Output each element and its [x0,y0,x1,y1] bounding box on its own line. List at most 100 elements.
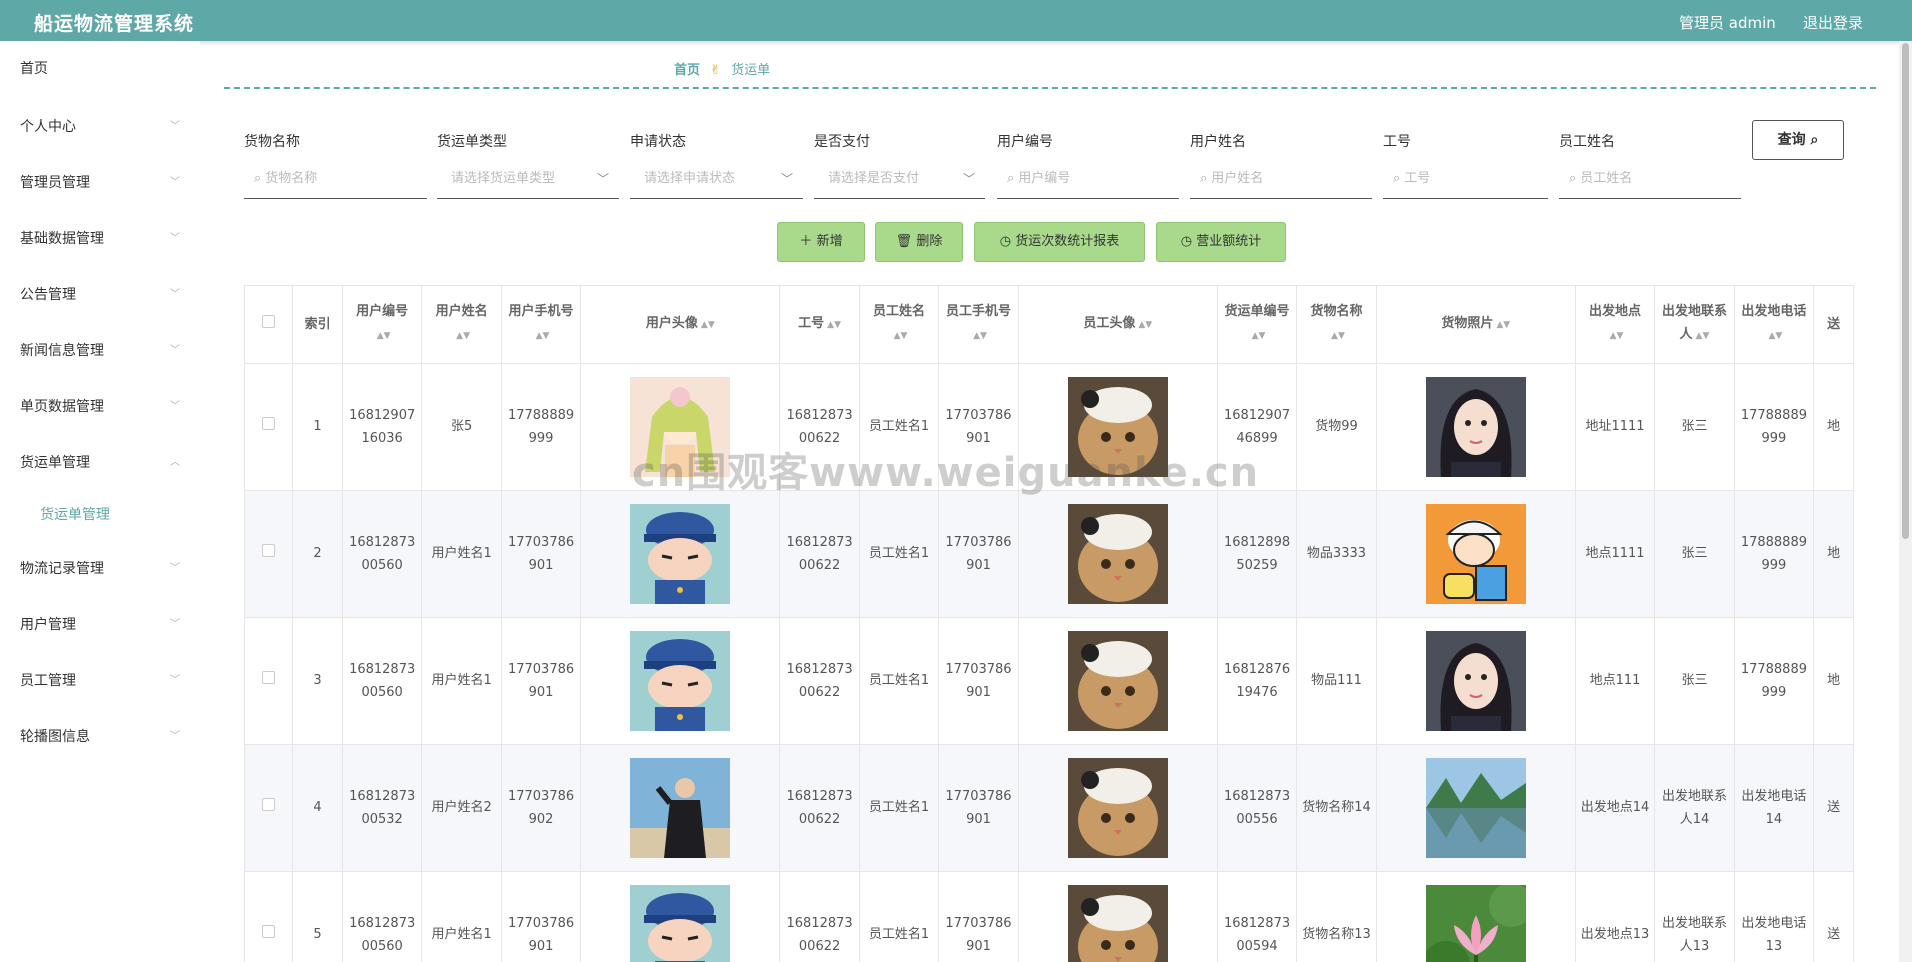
add-label: 新增 [816,234,843,249]
query-button[interactable]: 查询 ⌕ [1752,120,1844,160]
sort-icon: ▲▼ [1695,331,1710,342]
cell-goods: 货物名称14 [1296,744,1377,872]
filter-label-order-type: 货运单类型 [437,134,507,150]
row-checkbox[interactable] [245,871,294,962]
row-checkbox[interactable] [245,617,294,745]
cell-to: 送 [1813,871,1854,962]
cell-from: 地点1111 [1575,490,1656,618]
row-checkbox[interactable] [245,490,294,618]
cell-to: 送 [1813,744,1854,872]
sidebar-item-admin[interactable]: 管理员管理 ﹀ [20,171,180,195]
watermark: cn围观客www.weiguanke.cn [632,450,1260,496]
col-header[interactable]: 货运单编号▲▼ [1217,286,1298,364]
apply-status-select[interactable]: 请选择申请状态 ﹀ [630,165,803,199]
col-header[interactable]: 出发地点 ▲▼ [1575,286,1656,364]
staff-avatar-image [1018,871,1218,962]
hand-icon: ✌ [710,63,722,78]
sidebar-item-single-page[interactable]: 单页数据管理 ﹀ [20,395,180,419]
cell-goods: 物品3333 [1296,490,1377,618]
cell-order-no: 1681287619476 [1217,617,1298,745]
revenue-stats-button[interactable]: ◷ 营业额统计 [1156,222,1286,262]
sidebar-item-freight-order[interactable]: 货运单管理 ︿ [20,451,180,475]
cell-user-no: 1681287300560 [342,490,423,618]
logout-button[interactable]: 退出登录 [1803,12,1863,33]
cell-to: 地 [1813,490,1854,618]
search-icon: ⌕ [1200,171,1208,186]
order-type-select[interactable]: 请选择货运单类型 ﹀ [437,165,619,199]
chevron-down-icon: ﹀ [170,675,180,686]
sidebar-item-basic-data[interactable]: 基础数据管理 ﹀ [20,227,180,251]
col-header[interactable]: 工号 ▲▼ [779,286,860,364]
sidebar-item-notice[interactable]: 公告管理 ﹀ [20,283,180,307]
sidebar-subitem-freight-order[interactable]: 货运单管理 [40,503,110,527]
sidebar-item-personal-center[interactable]: 个人中心 ﹀ [20,115,180,139]
placeholder: 工号 [1404,171,1431,186]
col-header[interactable]: 员工手机号▲▼ [938,286,1019,364]
staff-no-input[interactable]: ⌕ 工号 [1383,165,1548,199]
col-header[interactable]: 用户头像 ▲▼ [580,286,781,364]
col-header[interactable]: 用户编号 ▲▼ [342,286,423,364]
placeholder: 请选择是否支付 [828,171,920,186]
sidebar-item-home[interactable]: 首页 [20,57,180,81]
staff-avatar-image [1018,744,1218,872]
cell-user-phone: 17703786902 [501,744,582,872]
col-header[interactable]: 货物照片 ▲▼ [1376,286,1576,364]
col-header[interactable]: 货物名称 ▲▼ [1296,286,1377,364]
table-row: 5 1681287300560 用户姓名1 17703786901 1681287300… [245,871,1854,962]
cell-user-name: 用户姓名1 [421,490,502,618]
filter-label-apply-status: 申请状态 [630,134,686,150]
user-avatar-image [580,871,781,962]
cell-from: 出发地点14 [1575,744,1656,872]
row-checkbox[interactable] [245,744,294,872]
sidebar-item-news[interactable]: 新闻信息管理 ﹀ [20,339,180,363]
col-header[interactable]: 用户姓名 ▲▼ [421,286,502,364]
chevron-down-icon: ﹀ [170,345,180,356]
vertical-scrollbar[interactable] [1899,41,1912,962]
plus-icon: ＋ [799,234,813,249]
placeholder: 员工姓名 [1580,171,1633,186]
sidebar-item-carousel[interactable]: 轮播图信息 ﹀ [20,725,180,749]
user-no-input[interactable]: ⌕ 用户编号 [997,165,1179,199]
pie-icon: ◷ [999,234,1012,249]
user-name-input[interactable]: ⌕ 用户姓名 [1190,165,1372,199]
col-header[interactable]: 员工姓名 ▲▼ [859,286,940,364]
delete-button[interactable]: 🗑 删除 [875,222,963,262]
sidebar-item-label: 用户管理 [20,617,76,633]
cell-contact: 张三 [1654,490,1735,618]
table-row: 2 1681287300560 用户姓名1 17703786901 1681287300… [245,490,1854,618]
goods-name-input[interactable]: ⌕ 货物名称 [244,165,427,199]
sidebar-item-staff[interactable]: 员工管理 ﹀ [20,669,180,693]
sort-icon: ▲▼ [1251,331,1266,342]
goods-photo-image [1376,871,1576,962]
filter-label-user-name: 用户姓名 [1190,134,1246,150]
cell-order-no: 1681287300594 [1217,871,1298,962]
col-header[interactable]: 出发地电话▲▼ [1734,286,1815,364]
paid-select[interactable]: 请选择是否支付 ﹀ [814,165,985,199]
sort-icon: ▲▼ [376,331,391,342]
goods-photo-image [1376,617,1576,745]
freight-count-report-button[interactable]: ◷ 货运次数统计报表 [974,222,1145,262]
report-label: 货运次数统计报表 [1015,234,1120,249]
select-all-checkbox[interactable] [245,286,294,364]
sidebar-item-label: 员工管理 [20,673,76,689]
chevron-down-icon: ﹀ [780,172,793,186]
breadcrumb-home[interactable]: 首页 [674,63,700,78]
staff-name-input[interactable]: ⌕ 员工姓名 [1559,165,1741,199]
col-header[interactable]: 员工头像 ▲▼ [1018,286,1218,364]
sort-icon: ▲▼ [535,331,550,342]
sidebar-item-logistics[interactable]: 物流记录管理 ﹀ [20,557,180,581]
user-avatar-image [580,617,781,745]
chevron-down-icon: ﹀ [962,172,975,186]
chevron-down-icon: ﹀ [170,401,180,412]
top-bar: 船运物流管理系统 管理员 admin 退出登录 [0,0,1912,41]
filter-label-staff-name: 员工姓名 [1559,134,1615,150]
add-button[interactable]: ＋ 新增 [777,222,865,262]
cell-staff-no: 1681287300622 [779,744,860,872]
scrollbar-thumb[interactable] [1902,43,1909,539]
col-header[interactable]: 用户手机号▲▼ [501,286,582,364]
row-checkbox[interactable] [245,363,294,491]
sidebar-item-users[interactable]: 用户管理 ﹀ [20,613,180,637]
divider [224,87,1876,89]
col-header[interactable]: 出发地联系人 ▲▼ [1654,286,1735,364]
cell-phone: 出发地电话14 [1734,744,1815,872]
